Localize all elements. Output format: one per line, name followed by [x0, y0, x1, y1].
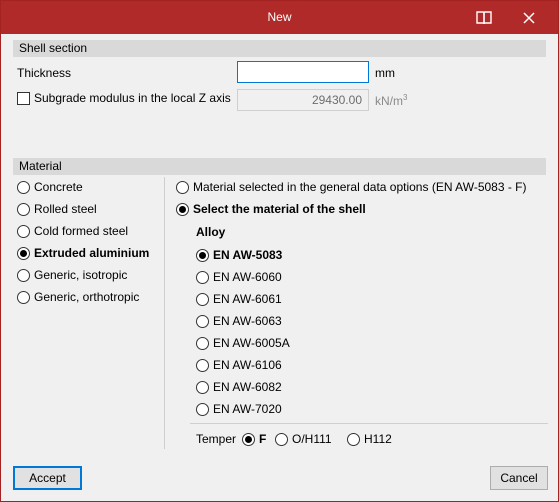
material-type-label: Rolled steel [34, 202, 97, 216]
material-type-label: Generic, orthotropic [34, 290, 140, 304]
radio-checked-icon [242, 432, 255, 446]
radio-icon [196, 292, 209, 306]
temper-divider [190, 423, 548, 424]
thickness-label: Thickness [17, 66, 72, 80]
alloy-option[interactable]: EN AW-7020 [196, 402, 282, 416]
alloy-option[interactable]: EN AW-6005A [196, 336, 290, 350]
material-type-generic-isotropic[interactable]: Generic, isotropic [17, 268, 127, 282]
radio-checked-icon [196, 248, 209, 262]
subgrade-input[interactable]: 29430.00 [237, 89, 369, 111]
close-icon [522, 11, 535, 24]
alloy-option[interactable]: EN AW-6060 [196, 270, 282, 284]
material-type-label: Generic, isotropic [34, 268, 128, 282]
temper-label-text: O/H111 [292, 432, 332, 446]
subgrade-unit-exponent: 3 [403, 93, 408, 102]
alloy-option[interactable]: EN AW-6063 [196, 314, 282, 328]
radio-icon [196, 358, 209, 372]
title-bar: New [1, 1, 558, 34]
radio-checked-icon [17, 246, 30, 260]
material-type-concrete[interactable]: Concrete [17, 180, 83, 194]
source-shell-label: Select the material of the shell [193, 202, 366, 216]
alloy-label-text: EN AW-6106 [213, 358, 282, 372]
material-type-label: Concrete [34, 180, 83, 194]
radio-icon [275, 432, 288, 446]
subgrade-label: Subgrade modulus in the local Z axis [34, 91, 231, 105]
temper-label-text: H112 [364, 432, 392, 446]
radio-icon [347, 432, 360, 446]
radio-icon [176, 180, 189, 194]
dialog-window: New Shell section Thickness mm Subgrade … [0, 0, 559, 502]
help-button[interactable] [461, 1, 506, 34]
alloy-label-text: EN AW-6061 [213, 292, 282, 306]
material-type-label: Extruded aluminium [34, 246, 150, 260]
radio-icon [17, 180, 30, 194]
cancel-button[interactable]: Cancel [490, 466, 548, 490]
material-type-rolled-steel[interactable]: Rolled steel [17, 202, 97, 216]
material-type-label: Cold formed steel [34, 224, 129, 238]
alloy-option[interactable]: EN AW-6082 [196, 380, 282, 394]
material-type-cold-formed-steel[interactable]: Cold formed steel [17, 224, 128, 238]
material-divider [164, 177, 165, 449]
source-general-option[interactable]: Material selected in the general data op… [176, 180, 527, 194]
temper-option[interactable]: O/H111 [275, 432, 332, 446]
temper-label-text: F [259, 432, 267, 446]
thickness-unit: mm [375, 66, 395, 80]
radio-icon [196, 270, 209, 284]
radio-icon [196, 402, 209, 416]
radio-icon [17, 224, 30, 238]
radio-icon [17, 202, 30, 216]
temper-option[interactable]: F [242, 432, 266, 446]
accept-button[interactable]: Accept [13, 466, 82, 490]
radio-icon [17, 268, 30, 282]
close-button[interactable] [506, 1, 551, 34]
alloy-option[interactable]: EN AW-6106 [196, 358, 282, 372]
thickness-input[interactable] [237, 61, 369, 83]
dialog-footer: Accept Cancel [1, 457, 558, 501]
subgrade-checkbox[interactable] [17, 92, 30, 105]
source-shell-option[interactable]: Select the material of the shell [176, 202, 366, 216]
radio-icon [196, 336, 209, 350]
material-section-header: Material [13, 158, 546, 175]
radio-icon [196, 380, 209, 394]
source-general-label: Material selected in the general data op… [193, 180, 527, 194]
alloy-label-text: EN AW-6082 [213, 380, 282, 394]
shell-section-header: Shell section [13, 40, 546, 57]
alloy-option[interactable]: EN AW-5083 [196, 248, 282, 262]
material-type-extruded-aluminium[interactable]: Extruded aluminium [17, 246, 149, 260]
alloy-label-text: EN AW-5083 [213, 248, 283, 262]
alloy-label-text: EN AW-6005A [213, 336, 290, 350]
book-icon [475, 10, 492, 24]
alloy-option[interactable]: EN AW-6061 [196, 292, 282, 306]
radio-icon [17, 290, 30, 304]
material-type-generic-orthotropic[interactable]: Generic, orthotropic [17, 290, 139, 304]
temper-label: Temper [196, 432, 237, 446]
alloy-label-text: EN AW-7020 [213, 402, 282, 416]
alloy-label-text: EN AW-6060 [213, 270, 282, 284]
alloy-label: Alloy [196, 225, 226, 239]
subgrade-unit-text: kN/m [375, 94, 403, 108]
radio-icon [196, 314, 209, 328]
radio-checked-icon [176, 202, 189, 216]
alloy-label-text: EN AW-6063 [213, 314, 282, 328]
temper-option[interactable]: H112 [347, 432, 392, 446]
subgrade-unit: kN/m3 [375, 93, 407, 108]
